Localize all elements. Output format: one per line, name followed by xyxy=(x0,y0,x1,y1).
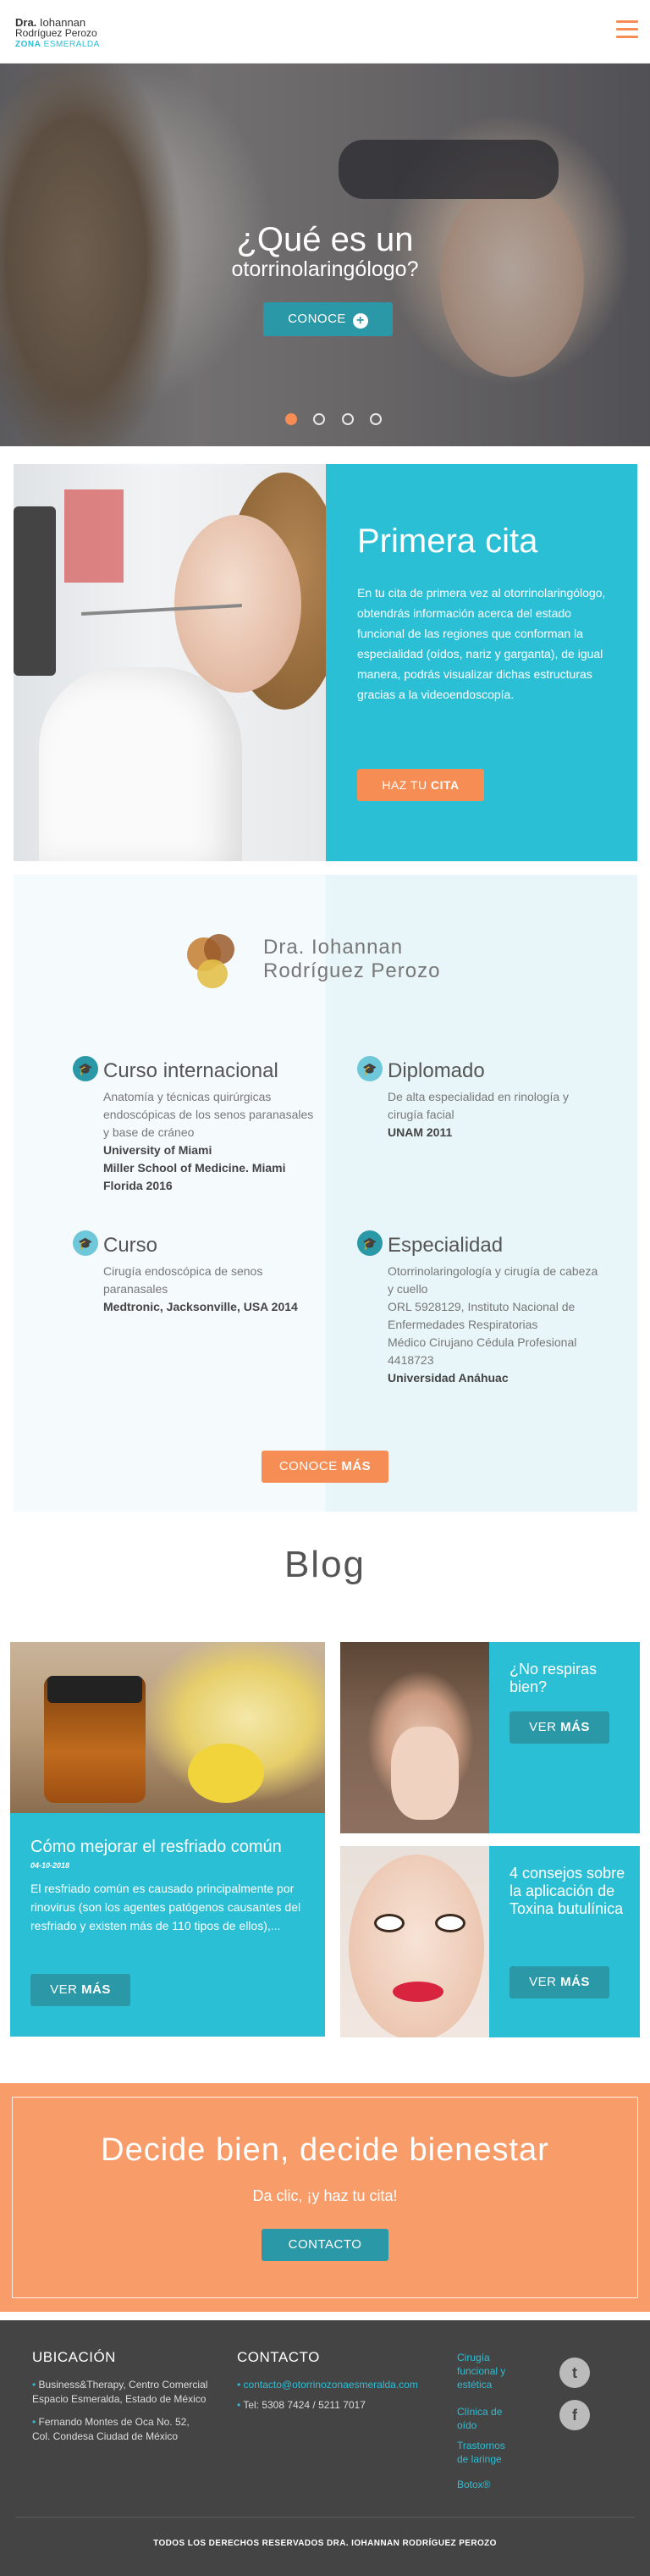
hero-button-label: CONOCE xyxy=(288,312,346,326)
cita-button-pre: HAZ TU xyxy=(382,778,427,792)
mas-label: MÁS xyxy=(81,1982,111,1997)
mas-label: MÁS xyxy=(560,1720,590,1734)
cta-section: Decide bien, decide bienestar Da clic, ¡… xyxy=(0,2083,650,2312)
footer-location-item: • Fernando Montes de Oca No. 52, Col. Co… xyxy=(32,2416,190,2442)
blog-featured-date: 04-10-2018 xyxy=(30,1861,70,1870)
graduation-cap-icon: 🎓 xyxy=(73,1230,98,1256)
cita-text: En tu cita de primera vez al otorrinolar… xyxy=(357,586,606,701)
footer-link-laringe[interactable]: Trastornos de laringe xyxy=(457,2439,516,2466)
site-logo[interactable]: Dra. Iohannan Rodríguez Perozo ZONA ESME… xyxy=(15,17,100,50)
logo-subtitle: Rodríguez Perozo xyxy=(15,27,97,39)
credential-text: Anatomía y técnicas quirúrgicas endoscóp… xyxy=(103,1090,314,1139)
footer-link-cirugia[interactable]: Cirugía funcional y estética xyxy=(457,2351,516,2391)
doctor-button-pre: CONOCE xyxy=(278,1459,338,1473)
conoce-mas-button[interactable]: CONOCE MÁS xyxy=(262,1451,388,1483)
graduation-cap-icon: 🎓 xyxy=(73,1056,98,1081)
slider-dots xyxy=(285,413,394,425)
credential-strong: University of Miami Miller School of Med… xyxy=(103,1143,286,1192)
footer-contact-heading: CONTACTO xyxy=(237,2349,320,2365)
ver-label: VER xyxy=(529,1975,557,1989)
footer-location-heading: UBICACIÓN xyxy=(32,2349,116,2365)
doctor-section: Dra. Iohannan Rodríguez Perozo 🎓 Curso i… xyxy=(14,875,637,1512)
blog-card-toxina: 4 consejos sobre la aplicación de Toxina… xyxy=(340,1846,640,2037)
credential-diplomado: 🎓 Diplomado De alta especialidad en rino… xyxy=(357,1056,599,1142)
blog-title: Blog xyxy=(284,1544,366,1585)
blog-image-respiras xyxy=(340,1642,489,1833)
logo-zone-bold: ZONA xyxy=(15,40,41,49)
graduation-cap-icon: 🎓 xyxy=(357,1230,383,1256)
footer-divider xyxy=(15,2517,635,2518)
credential-curso: 🎓 Curso Cirugía endoscópica de senos par… xyxy=(73,1230,315,1316)
footer-location-item: • Business&Therapy, Centro Comercial Esp… xyxy=(32,2379,208,2405)
slider-dot-1[interactable] xyxy=(285,413,297,425)
mas-label: MÁS xyxy=(560,1975,590,1989)
blog-featured-excerpt: El resfriado común es causado principalm… xyxy=(30,1882,301,1932)
footer-location-text: Business&Therapy, Centro Comercial Espac… xyxy=(32,2379,208,2405)
footer-email-link[interactable]: • contacto@otorrinozonaesmeralda.com xyxy=(237,2378,418,2392)
ver-label: VER xyxy=(529,1720,557,1734)
site-footer: UBICACIÓN • Business&Therapy, Centro Com… xyxy=(0,2320,650,2576)
credential-text: De alta especialidad en rinología y ciru… xyxy=(388,1090,570,1121)
ver-mas-button[interactable]: VER MÁS xyxy=(510,1711,609,1744)
haz-tu-cita-button[interactable]: HAZ TU CITA xyxy=(357,769,484,801)
credential-curso-internacional: 🎓 Curso internacional Anatomía y técnica… xyxy=(73,1056,315,1195)
credential-text: Cirugía endoscópica de senos paranasales xyxy=(103,1264,263,1296)
site-header: Dra. Iohannan Rodríguez Perozo ZONA ESME… xyxy=(0,0,650,64)
logo-zone-rest: ESMERALDA xyxy=(43,40,100,49)
cita-panel: Primera cita En tu cita de primera vez a… xyxy=(326,464,637,861)
cita-button-bold: CITA xyxy=(431,778,460,792)
blog-featured-image xyxy=(10,1642,325,1813)
credential-strong: Medtronic, Jacksonville, USA 2014 xyxy=(103,1300,298,1313)
footer-email: contacto@otorrinozonaesmeralda.com xyxy=(243,2379,418,2391)
slider-dot-2[interactable] xyxy=(313,413,326,425)
footer-link-clinica[interactable]: Clínica de oído xyxy=(457,2405,516,2432)
doctor-button-bold: MÁS xyxy=(341,1459,372,1473)
blog-featured-card: Cómo mejorar el resfriado común 04-10-20… xyxy=(10,1642,325,2037)
hero-conoce-button[interactable]: CONOCE + xyxy=(263,302,393,336)
contacto-button[interactable]: CONTACTO xyxy=(262,2229,388,2261)
credential-heading: Diplomado xyxy=(388,1059,485,1082)
hero-title: ¿Qué es un xyxy=(236,221,414,258)
twitter-icon[interactable]: t xyxy=(559,2358,590,2388)
copyright-text: TODOS LOS DERECHOS RESERVADOS DRA. IOHAN… xyxy=(153,2539,497,2548)
plus-circle-icon: + xyxy=(352,313,368,329)
blog-featured-title[interactable]: Cómo mejorar el resfriado común xyxy=(30,1837,282,1857)
blog-card-title[interactable]: 4 consejos sobre la aplicación de Toxina… xyxy=(510,1865,628,1918)
credential-strong: Universidad Anáhuac xyxy=(388,1371,509,1385)
blog-image-toxina xyxy=(340,1846,489,2037)
doctor-name-line1: Dra. Iohannan xyxy=(263,936,404,959)
facebook-icon[interactable]: f xyxy=(559,2400,590,2430)
footer-location-text: Fernando Montes de Oca No. 52, Col. Cond… xyxy=(32,2416,190,2442)
credential-heading: Curso xyxy=(103,1234,158,1257)
credential-text: Otorrinolaringología y cirugía de cabeza… xyxy=(388,1264,598,1367)
slider-dot-3[interactable] xyxy=(341,413,354,425)
doctor-name-line2: Rodríguez Perozo xyxy=(263,959,441,982)
ver-mas-button[interactable]: VER MÁS xyxy=(30,1974,130,2006)
ver-label: VER xyxy=(50,1982,78,1997)
cita-title: Primera cita xyxy=(357,522,538,560)
footer-phone-text: Tel: 5308 7424 / 5211 7017 xyxy=(243,2399,366,2411)
hero-subtitle: otorrinolaringólogo? xyxy=(231,257,419,281)
slider-dot-4[interactable] xyxy=(370,413,383,425)
credential-heading: Especialidad xyxy=(388,1234,504,1257)
cta-title: Decide bien, decide bienestar xyxy=(101,2132,549,2168)
hamburger-menu-icon[interactable] xyxy=(616,20,638,39)
cita-image xyxy=(14,464,326,861)
credential-especialidad: 🎓 Especialidad Otorrinolaringología y ci… xyxy=(357,1230,599,1387)
footer-phone: • Tel: 5308 7424 / 5211 7017 xyxy=(237,2399,366,2411)
blog-card-respiras: ¿No respiras bien? VER MÁS xyxy=(340,1642,640,1833)
graduation-cap-icon: 🎓 xyxy=(357,1056,383,1081)
ver-mas-button[interactable]: VER MÁS xyxy=(510,1966,609,1998)
blog-card-title[interactable]: ¿No respiras bien? xyxy=(510,1661,628,1696)
credential-strong: UNAM 2011 xyxy=(388,1125,453,1139)
footer-link-botox[interactable]: Botox® xyxy=(457,2478,516,2491)
hero-slider: ¿Qué es un otorrinolaringólogo? CONOCE + xyxy=(0,64,650,446)
credential-heading: Curso internacional xyxy=(103,1059,278,1082)
doctor-name: Dra. Iohannan Rodríguez Perozo xyxy=(263,936,440,983)
cta-subtitle: Da clic, ¡y haz tu cita! xyxy=(252,2187,398,2204)
